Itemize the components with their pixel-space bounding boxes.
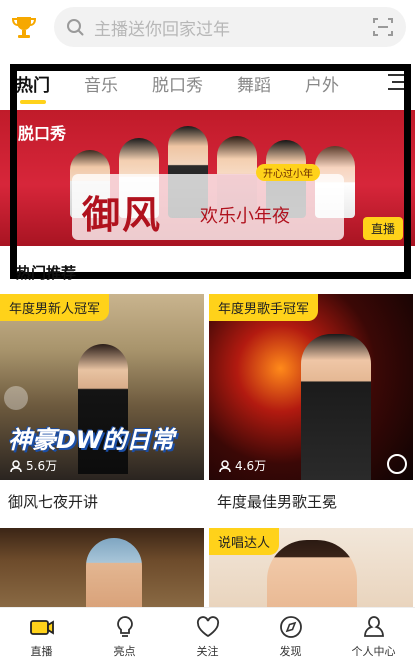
bulb-icon xyxy=(116,616,133,637)
view-count-value: 5.6万 xyxy=(26,459,58,473)
nav-live[interactable]: 直播 xyxy=(0,608,83,665)
heart-icon xyxy=(196,616,219,638)
viewer-icon xyxy=(10,459,22,472)
highlight-frame xyxy=(10,64,411,279)
stream-thumbnail[interactable]: 年度男新人冠军 神豪DW的日常 5.6万 xyxy=(0,294,204,480)
search-icon xyxy=(67,19,84,36)
trophy-icon[interactable] xyxy=(10,12,38,42)
stream-card[interactable]: 说唱达人 xyxy=(209,528,413,608)
nav-discover[interactable]: 发现 xyxy=(249,608,332,665)
stream-card[interactable]: 年度男歌手冠军 4.6万 年度最佳男歌王冕 xyxy=(209,294,413,524)
nav-label: 个人中心 xyxy=(351,645,396,658)
stream-card[interactable] xyxy=(0,528,204,608)
stream-card[interactable]: 年度男新人冠军 神豪DW的日常 5.6万 御风七夜开讲 xyxy=(0,294,204,524)
nav-highlights[interactable]: 亮点 xyxy=(83,608,166,665)
search-bar[interactable]: 主播送你回家过年 xyxy=(54,7,406,47)
card-caption[interactable]: 年度最佳男歌王冕 xyxy=(209,480,413,524)
nav-profile[interactable]: 个人中心 xyxy=(332,608,415,665)
compass-icon xyxy=(279,616,302,638)
section-title: 热门推荐 xyxy=(16,264,77,282)
stream-thumbnail[interactable]: 说唱达人 xyxy=(209,528,413,608)
nav-label: 直播 xyxy=(30,645,53,658)
view-count: 5.6万 xyxy=(10,457,57,474)
view-count-value: 4.6万 xyxy=(235,459,267,473)
award-badge: 说唱达人 xyxy=(209,528,280,555)
stream-thumbnail[interactable] xyxy=(0,528,204,608)
search-input[interactable]: 主播送你回家过年 xyxy=(94,15,372,40)
tv-icon xyxy=(29,620,54,635)
viewer-icon xyxy=(219,459,231,472)
host-figure xyxy=(86,538,142,608)
cover-title: 神豪DW的日常 xyxy=(8,426,175,454)
nav-label: 发现 xyxy=(279,645,302,658)
top-bar: 主播送你回家过年 xyxy=(0,0,415,54)
nav-label: 关注 xyxy=(196,645,219,658)
stream-thumbnail[interactable]: 年度男歌手冠军 4.6万 xyxy=(209,294,413,480)
award-badge: 年度男新人冠军 xyxy=(0,294,110,321)
bottom-nav: 直播 亮点 关注 发现 个人中心 xyxy=(0,607,415,665)
nav-follow[interactable]: 关注 xyxy=(166,608,249,665)
user-icon xyxy=(363,616,384,637)
award-badge: 年度男歌手冠军 xyxy=(209,294,319,321)
host-figure xyxy=(301,334,371,480)
card-caption[interactable]: 御风七夜开讲 xyxy=(0,480,204,524)
view-count: 4.6万 xyxy=(219,457,266,474)
music-icon xyxy=(387,454,407,474)
scan-icon[interactable] xyxy=(372,16,394,38)
app-screen: 主播送你回家过年 热门 音乐 脱口秀 舞蹈 户外 脱口秀 御风 欢乐小年夜 开心… xyxy=(0,0,415,665)
circle-icon xyxy=(4,386,28,410)
host-figure xyxy=(267,540,357,608)
nav-label: 亮点 xyxy=(113,645,136,658)
